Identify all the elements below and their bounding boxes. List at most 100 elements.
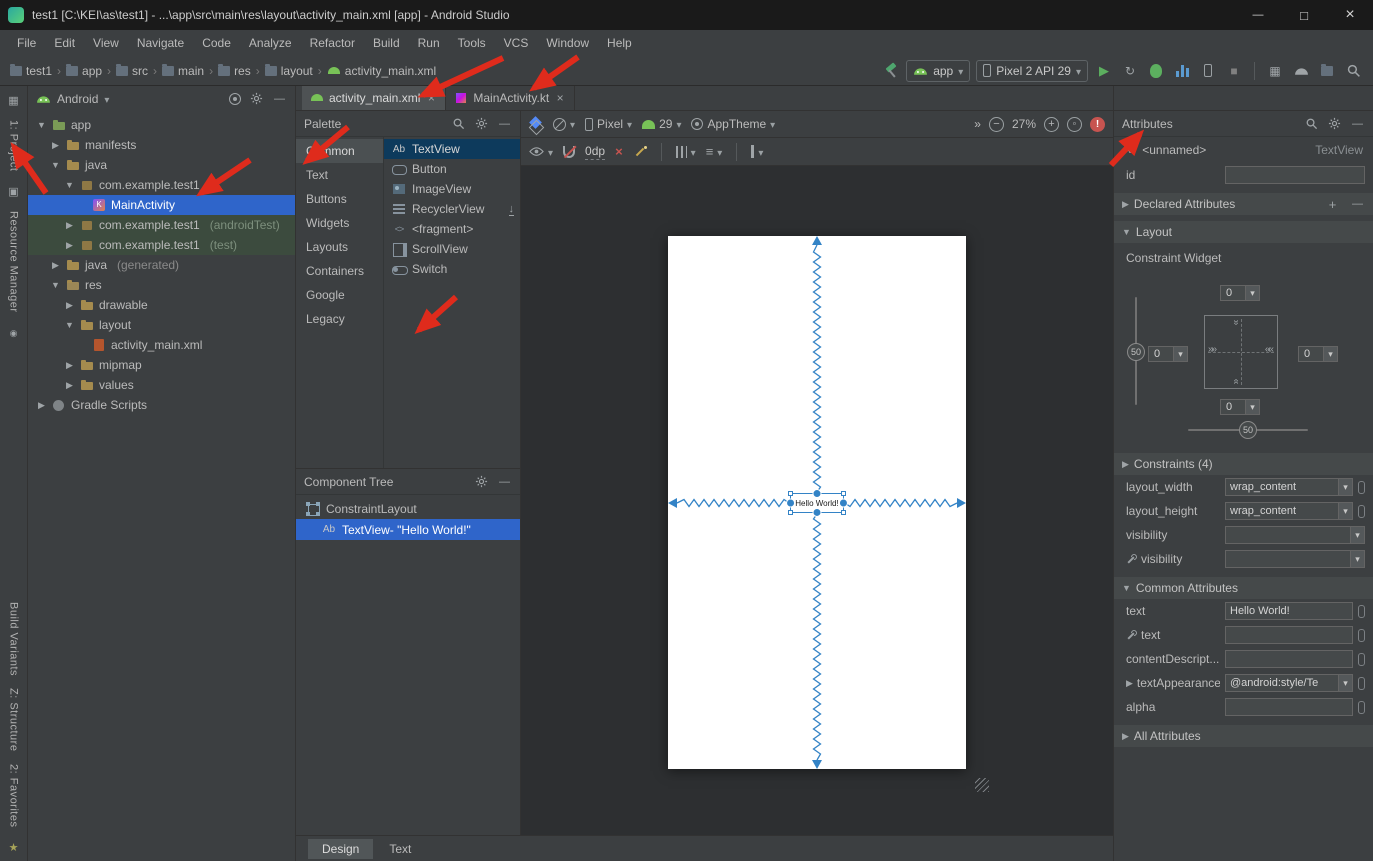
chevron-down-icon[interactable] [104,92,109,106]
tools-visibility-combo[interactable] [1225,550,1365,568]
tools-text-field[interactable] [1225,626,1353,644]
menu-file[interactable]: File [8,30,45,56]
view-options-dropdown[interactable] [529,144,553,159]
menu-window[interactable]: Window [537,30,598,56]
tree-item-app[interactable]: app [28,115,295,135]
search-everywhere-button[interactable] [1343,61,1363,81]
chevron-down-icon[interactable] [1338,503,1352,519]
chevron-down-icon[interactable] [64,180,75,190]
add-attribute-icon[interactable] [1325,197,1340,212]
tool-button-structure[interactable]: Z: Structure [8,688,20,751]
stop-button[interactable] [1224,61,1244,81]
zoom-out-button[interactable]: − [989,117,1004,132]
hide-panel-icon[interactable] [497,116,512,131]
canvas-resize-grip[interactable] [975,778,989,792]
palette-category-layouts[interactable]: Layouts [296,235,383,259]
chevron-down-icon[interactable] [1122,227,1131,237]
chevron-down-icon[interactable] [1323,347,1337,361]
hide-panel-icon[interactable] [497,474,512,489]
id-field[interactable] [1225,166,1365,184]
chevron-right-icon[interactable] [64,380,75,391]
gear-icon[interactable] [474,116,489,131]
layout-width-combo[interactable]: wrap_content [1225,478,1353,496]
tab-design[interactable]: Design [308,839,373,859]
menu-run[interactable]: Run [409,30,449,56]
margin-left-combo[interactable]: 0 [1148,346,1188,362]
chevron-right-icon[interactable] [64,240,75,251]
palette-item-fragment[interactable]: <fragment> [384,219,520,239]
tree-item-package-test[interactable]: com.example.test1(test) [28,235,295,255]
remove-attribute-icon[interactable] [1350,197,1365,212]
chevron-down-icon[interactable] [50,280,61,290]
palette-category-google[interactable]: Google [296,283,383,307]
palette-item-scrollview[interactable]: ScrollView [384,239,520,259]
visibility-combo[interactable] [1225,526,1365,544]
default-margins-dropdown[interactable]: 0dp [585,144,605,160]
zoom-fit-button[interactable]: ◦ [1067,117,1082,132]
menu-refactor[interactable]: Refactor [301,30,364,56]
close-tab-icon[interactable] [425,91,437,105]
tab-activity-main-xml[interactable]: activity_main.xml [302,86,446,110]
palette-item-switch[interactable]: Switch [384,259,520,279]
constraint-anchor-right[interactable] [839,499,848,508]
palette-item-textview[interactable]: TextView [384,139,520,159]
chevron-down-icon[interactable] [1338,675,1352,691]
pack-dropdown[interactable] [676,145,696,159]
resource-flag-icon[interactable] [1358,653,1365,666]
tool-button-favorites[interactable]: 2: Favorites [8,764,20,827]
device-combo[interactable]: Pixel 2 API 29 [976,60,1088,82]
resize-handle[interactable] [788,510,793,515]
autoconnect-off-icon[interactable] [563,146,575,158]
project-view-selector[interactable]: Android [57,92,98,106]
chevron-right-icon[interactable] [50,260,61,271]
constraint-anchor-left[interactable] [786,499,795,508]
issues-icon[interactable] [1090,117,1105,132]
tool-button-resource-manager[interactable]: Resource Manager [8,211,20,313]
tree-item-manifests[interactable]: manifests [28,135,295,155]
zoom-level[interactable]: 27% [1012,117,1036,131]
breadcrumb-layout[interactable]: layout [265,64,313,78]
debug-button[interactable] [1146,61,1166,81]
avd-manager-button[interactable] [1198,61,1218,81]
constraint-anchor-bottom[interactable] [813,508,822,517]
resource-flag-icon[interactable] [1358,677,1365,690]
chevron-down-icon[interactable] [1350,527,1364,543]
settings-icon[interactable] [249,91,264,106]
device-screen[interactable]: Hello World! [668,236,966,769]
breadcrumb-activity-main-xml[interactable]: activity_main.xml [327,64,436,78]
pin-icon[interactable] [6,325,22,341]
resize-handle[interactable] [841,510,846,515]
chevron-down-icon[interactable] [1173,347,1187,361]
chevron-down-icon[interactable] [1122,583,1131,593]
breadcrumb-test1[interactable]: test1 [10,64,52,78]
palette-category-legacy[interactable]: Legacy [296,307,383,331]
chevron-down-icon[interactable] [64,320,75,330]
chevron-down-icon[interactable] [50,160,61,170]
vertical-bias-value[interactable]: 50 [1127,343,1145,361]
menu-vcs[interactable]: VCS [495,30,538,56]
tree-item-activity-main-xml[interactable]: activity_main.xml [28,335,295,355]
api-dropdown[interactable]: 29 [642,117,681,131]
tree-item-res[interactable]: res [28,275,295,295]
margin-bottom-combo[interactable]: 0 [1220,399,1260,415]
chevron-right-icon[interactable] [1122,731,1129,742]
clear-constraints-button[interactable] [615,144,623,159]
menu-help[interactable]: Help [598,30,641,56]
close-button[interactable] [1327,0,1373,30]
constraint-widget[interactable]: 50 0 0 0 0 »» «« » » 50 [1128,269,1365,447]
profiler-button[interactable] [1172,61,1192,81]
tree-item-java[interactable]: java [28,155,295,175]
component-textview[interactable]: TextView- "Hello World!" [296,519,520,540]
search-icon[interactable] [451,116,466,131]
palette-category-containers[interactable]: Containers [296,259,383,283]
gear-icon[interactable] [474,474,489,489]
chevron-right-icon[interactable] [64,360,75,371]
margin-top-combo[interactable]: 0 [1220,285,1260,301]
chevron-right-icon[interactable] [1126,678,1133,689]
content-description-field[interactable] [1225,650,1353,668]
resource-manager-icon[interactable] [6,183,22,199]
tab-mainactivity-kt[interactable]: MainActivity.kt [446,86,575,110]
menu-analyze[interactable]: Analyze [240,30,301,56]
resource-flag-icon[interactable] [1358,505,1365,518]
chevron-down-icon[interactable] [1245,400,1259,414]
